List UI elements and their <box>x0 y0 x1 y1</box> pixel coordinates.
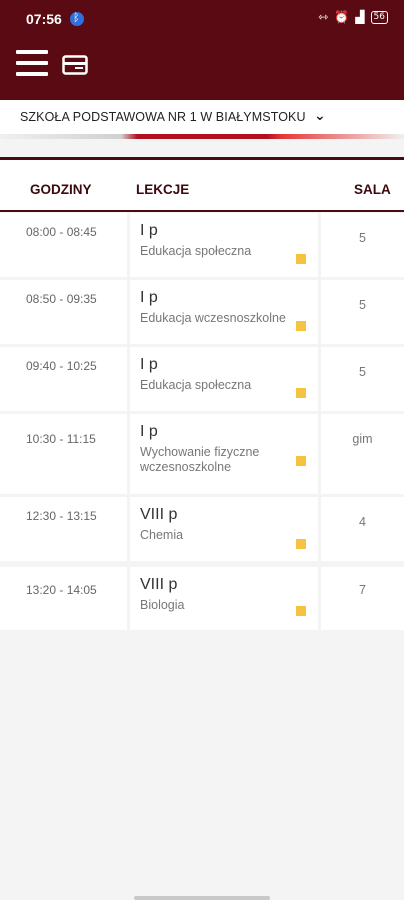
row-time: 09:40 - 10:25 <box>26 359 97 373</box>
bluetooth-icon <box>70 11 84 26</box>
table-header: GODZINY LEKCJE SALA <box>0 160 404 210</box>
status-time: 07:56 <box>26 11 62 27</box>
lesson-flag-icon <box>296 321 306 331</box>
chevron-down-icon: ⌄ <box>314 108 326 124</box>
loading-bar <box>0 134 404 139</box>
alarm-icon: ⏰ <box>334 10 350 24</box>
row-room: 5 <box>359 365 366 379</box>
row-class: I p <box>140 222 158 239</box>
row-room: gim <box>352 432 373 446</box>
table-row[interactable]: 08:50 - 09:35 I p Edukacja wczesnoszkoln… <box>0 280 404 344</box>
signal-icon: ▟ <box>355 10 365 24</box>
row-subject: Chemia <box>140 528 184 542</box>
status-bar: 07:56 ⇿ ⏰ ▟ 56 <box>0 0 404 38</box>
lesson-flag-icon <box>296 539 306 549</box>
school-name: SZKOŁA PODSTAWOWA NR 1 W BIAŁYMSTOKU <box>20 110 306 124</box>
table-row[interactable]: 13:20 - 14:05 VIII p Biologia 7 <box>0 567 404 630</box>
header-divider-bottom <box>0 210 404 212</box>
row-time: 12:30 - 13:15 <box>26 509 97 523</box>
row-subject: Wychowanie fizyczne wczesnoszkolne <box>140 445 260 474</box>
row-room: 4 <box>359 515 366 529</box>
table-row[interactable]: 08:00 - 08:45 I p Edukacja społeczna 5 <box>0 213 404 277</box>
school-selector[interactable]: SZKOŁA PODSTAWOWA NR 1 W BIAŁYMSTOKU ⌄ <box>0 100 404 136</box>
header-lessons: LEKCJE <box>136 182 190 197</box>
lesson-flag-icon <box>296 606 306 616</box>
table-row[interactable]: 10:30 - 11:15 I p Wychowanie fizyczne wc… <box>0 414 404 494</box>
row-time: 10:30 - 11:15 <box>26 432 96 446</box>
row-room: 5 <box>359 231 366 245</box>
row-class: I p <box>140 289 158 306</box>
data-saver-icon: ⇿ <box>318 10 329 24</box>
row-class: VIII p <box>140 576 178 593</box>
row-class: I p <box>140 356 158 373</box>
lesson-flag-icon <box>296 456 306 466</box>
hamburger-menu-icon[interactable] <box>16 48 48 78</box>
row-subject: Edukacja społeczna <box>140 244 252 258</box>
table-row[interactable]: 12:30 - 13:15 VIII p Chemia 4 <box>0 497 404 561</box>
table-row[interactable]: 09:40 - 10:25 I p Edukacja społeczna 5 <box>0 347 404 411</box>
status-icons: ⇿ ⏰ ▟ 56 <box>318 10 388 24</box>
row-time: 08:00 - 08:45 <box>26 225 97 239</box>
lesson-flag-icon <box>296 254 306 264</box>
row-room: 5 <box>359 298 366 312</box>
row-subject: Edukacja wczesnoszkolne <box>140 311 286 325</box>
header-room: SALA <box>354 182 391 197</box>
lesson-flag-icon <box>296 388 306 398</box>
battery-icon: 56 <box>370 10 388 24</box>
header-hours: GODZINY <box>30 182 92 197</box>
row-room: 7 <box>359 583 366 597</box>
app-bar: 07:56 ⇿ ⏰ ▟ 56 <box>0 0 404 100</box>
row-class: I p <box>140 423 158 440</box>
card-view-icon[interactable] <box>62 54 88 76</box>
row-subject: Biologia <box>140 598 185 612</box>
row-time: 08:50 - 09:35 <box>26 292 97 306</box>
row-time: 13:20 - 14:05 <box>26 583 97 597</box>
home-indicator[interactable] <box>134 896 270 900</box>
row-subject: Edukacja społeczna <box>140 378 252 392</box>
row-class: VIII p <box>140 506 178 523</box>
